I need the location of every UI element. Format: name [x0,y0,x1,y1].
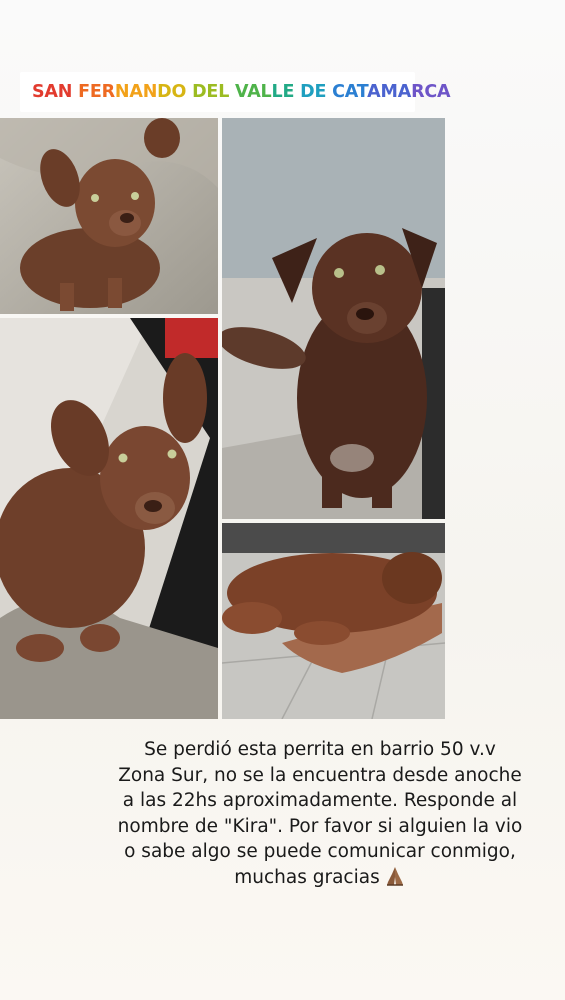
praying-hands-icon [386,866,403,886]
caption-line-6-text: muchas gracias [234,866,380,888]
lost-dog-caption: Se perdió esta perrita en barrio 50 v.v … [90,737,550,890]
dog-photo-2 [0,318,218,719]
dog-photo-4 [222,523,445,719]
caption-line-2: Zona Sur, no se la encuentra desde anoch… [118,764,522,786]
caption-line-1: Se perdió esta perrita en barrio 50 v.v [144,739,496,760]
caption-line-3: a las 22hs aproximadamente. Responde al [122,790,518,811]
location-text: SAN FERNANDO DEL VALLE DE CATAMARCA [32,82,451,102]
caption-line-6: muchas gracias [90,865,550,891]
caption-line-5: o sabe algo se puede comunicar conmigo, [124,841,516,862]
dog-photo-1 [0,118,218,314]
dog-photo-3 [222,118,445,519]
story-canvas: SAN FERNANDO DEL VALLE DE CATAMARCA Se p… [0,0,565,1000]
caption-line-4: nombre de "Kira". Por favor si alguien l… [117,815,523,837]
location-sticker[interactable]: SAN FERNANDO DEL VALLE DE CATAMARCA [20,72,451,112]
